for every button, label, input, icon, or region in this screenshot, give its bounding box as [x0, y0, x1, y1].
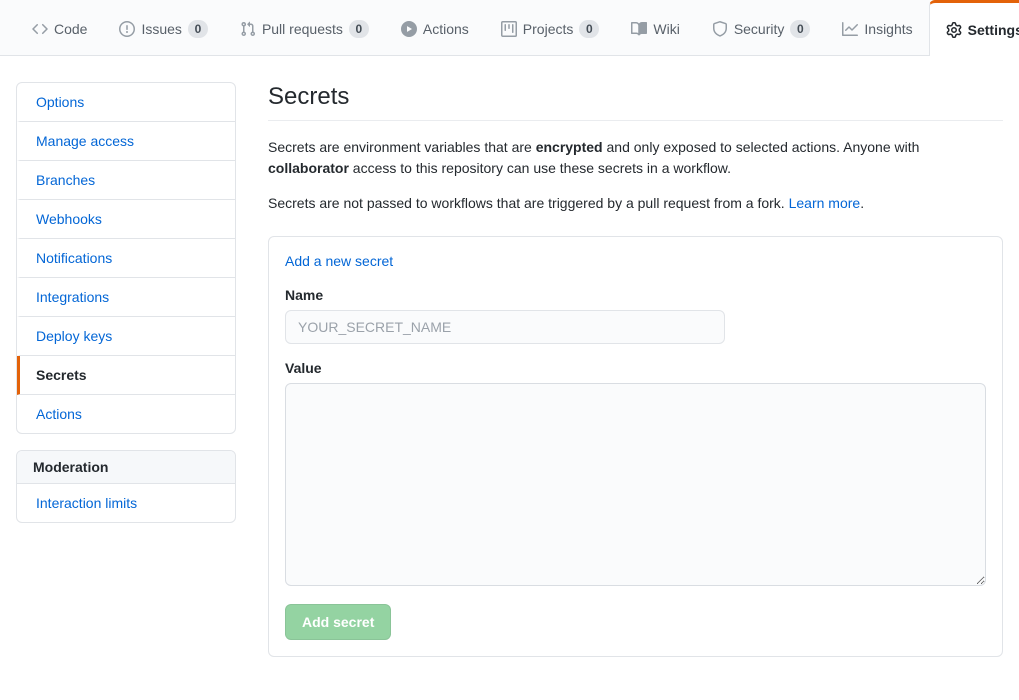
tab-issues[interactable]: Issues 0 — [103, 0, 223, 55]
sidebar-item-options[interactable]: Options — [17, 83, 235, 122]
gear-icon — [946, 21, 962, 38]
sidebar-item-actions[interactable]: Actions — [17, 395, 235, 433]
learn-more-link[interactable]: Learn more — [789, 195, 861, 211]
settings-sidebar: Options Manage access Branches Webhooks … — [16, 82, 236, 657]
page-title: Secrets — [268, 82, 1003, 121]
tab-code-label: Code — [54, 21, 88, 37]
tab-projects[interactable]: Projects 0 — [485, 0, 616, 55]
tab-pull-requests-counter: 0 — [348, 20, 369, 38]
tab-actions-label: Actions — [422, 21, 469, 37]
tab-actions[interactable]: Actions — [385, 0, 485, 55]
tab-code[interactable]: Code — [16, 0, 103, 55]
secret-value-label: Value — [285, 360, 322, 376]
sidebar-item-integrations[interactable]: Integrations — [17, 278, 235, 317]
secret-name-label: Name — [285, 287, 324, 303]
secrets-description-primary: Secrets are environment variables that a… — [268, 137, 1003, 179]
sidebar-item-deploy-keys[interactable]: Deploy keys — [17, 317, 235, 356]
tab-security[interactable]: Security 0 — [696, 0, 827, 55]
tab-insights[interactable]: Insights — [826, 0, 928, 55]
sidebar-item-interaction-limits[interactable]: Interaction limits — [17, 484, 235, 522]
fork-notice-period: . — [860, 195, 865, 211]
code-icon — [32, 21, 48, 37]
sidebar-item-manage-access[interactable]: Manage access — [17, 122, 235, 161]
add-secret-button[interactable]: Add secret — [285, 604, 392, 640]
repo-nav-list: Code Issues 0 Pull requests 0 Actions Pr… — [16, 0, 1019, 56]
sidebar-item-branches[interactable]: Branches — [17, 161, 235, 200]
sidebar-item-notifications[interactable]: Notifications — [17, 239, 235, 278]
tab-security-counter: 0 — [790, 20, 811, 38]
sidebar-item-secrets[interactable]: Secrets — [17, 356, 235, 395]
moderation-menu: Moderation Interaction limits — [16, 450, 236, 523]
fork-notice-text: Secrets are not passed to workflows that… — [268, 195, 789, 211]
tab-issues-counter: 0 — [187, 20, 208, 38]
description-bold-encrypted: encrypted — [535, 139, 603, 155]
moderation-heading: Moderation — [17, 451, 235, 484]
secret-name-group: Name — [285, 287, 986, 344]
description-part-1: Secrets are environment variables that a… — [268, 139, 536, 155]
secret-value-textarea[interactable] — [285, 383, 986, 586]
tab-settings[interactable]: Settings — [928, 0, 1019, 56]
tab-settings-label: Settings — [967, 21, 1019, 38]
tab-issues-label: Issues — [141, 21, 182, 37]
tab-insights-label: Insights — [864, 21, 913, 37]
secrets-description-secondary: Secrets are not passed to workflows that… — [268, 193, 1003, 214]
add-secret-form: Name Value Add secret — [269, 271, 1002, 656]
repo-navigation-bar: Code Issues 0 Pull requests 0 Actions Pr… — [0, 0, 1019, 56]
tab-security-label: Security — [733, 21, 785, 37]
shield-icon — [712, 21, 728, 37]
project-icon — [500, 21, 517, 37]
description-bold-collaborator: collaborator — [268, 160, 349, 176]
settings-menu: Options Manage access Branches Webhooks … — [16, 82, 236, 434]
book-icon — [631, 21, 648, 37]
play-icon — [400, 21, 417, 37]
tab-wiki-label: Wiki — [653, 21, 680, 37]
tab-pull-requests-label: Pull requests — [261, 21, 343, 37]
tab-projects-label: Projects — [522, 21, 574, 37]
tab-projects-counter: 0 — [579, 20, 600, 38]
add-secret-panel: Add a new secret Name Value Add secret — [268, 236, 1003, 657]
add-a-new-secret-link[interactable]: Add a new secret — [285, 253, 393, 269]
issue-icon — [119, 21, 136, 37]
add-secret-panel-header: Add a new secret — [269, 237, 1002, 271]
settings-main-content: Secrets Secrets are environment variable… — [268, 82, 1003, 657]
tab-pull-requests[interactable]: Pull requests 0 — [224, 0, 385, 55]
graph-icon — [842, 21, 859, 37]
description-part-2: and only exposed to selected actions. An… — [602, 139, 920, 155]
secret-name-input[interactable] — [285, 310, 725, 344]
description-part-3: access to this repository can use these … — [348, 160, 731, 176]
pull-request-icon — [240, 21, 256, 37]
tab-wiki[interactable]: Wiki — [615, 0, 695, 55]
secret-value-group: Value — [285, 360, 986, 586]
sidebar-item-webhooks[interactable]: Webhooks — [17, 200, 235, 239]
page-container: Options Manage access Branches Webhooks … — [0, 56, 1019, 657]
